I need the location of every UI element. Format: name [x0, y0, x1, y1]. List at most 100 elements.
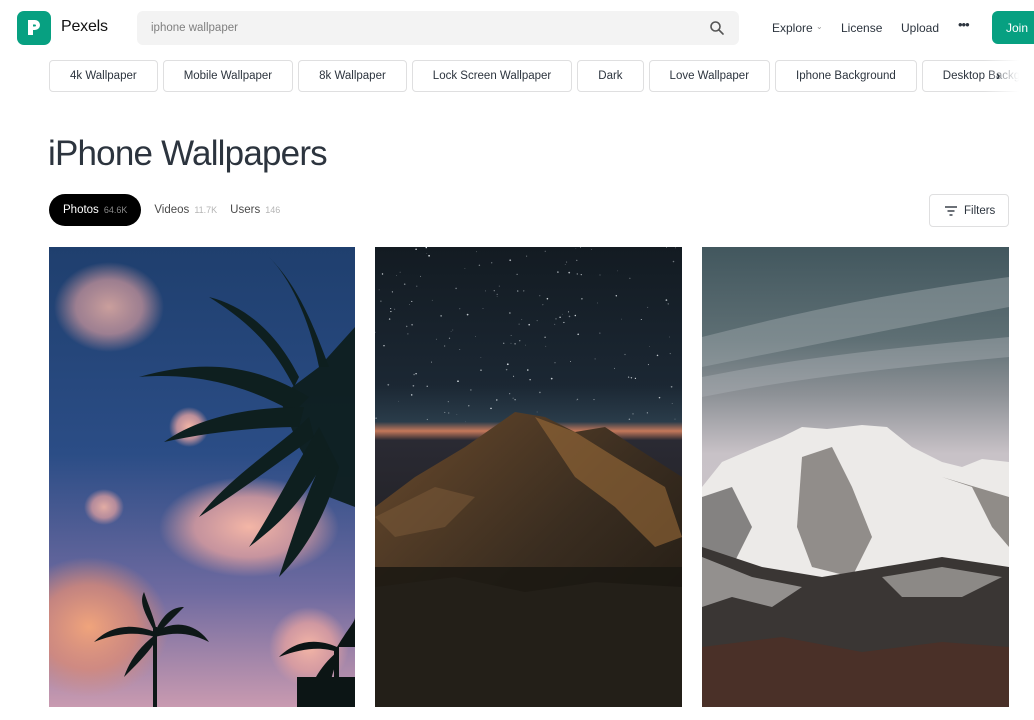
star — [509, 259, 512, 262]
star — [516, 273, 518, 275]
star — [599, 274, 601, 276]
tab-count: 64.6K — [103, 205, 128, 215]
tag-chip[interactable]: 8k Wallpaper — [298, 60, 407, 92]
star — [466, 313, 469, 316]
tab-photos[interactable]: Photos 64.6K — [49, 194, 142, 226]
star — [568, 311, 570, 313]
star — [528, 323, 531, 326]
star — [459, 308, 461, 310]
star — [496, 293, 498, 296]
star — [493, 290, 495, 292]
star — [480, 356, 482, 358]
star — [568, 271, 571, 274]
star — [509, 393, 511, 395]
tag-chip[interactable]: Mobile Wallpaper — [162, 60, 294, 92]
star — [518, 339, 521, 342]
join-button[interactable]: Join — [992, 11, 1034, 44]
star — [647, 306, 649, 308]
related-searches-row: 4k Wallpaper Mobile Wallpaper 8k Wallpaper… — [49, 60, 1034, 93]
star — [632, 413, 634, 415]
photo-card-snowy-mountain[interactable] — [702, 247, 1009, 707]
star — [545, 345, 547, 347]
star — [634, 377, 637, 380]
star — [457, 380, 459, 383]
star — [498, 285, 500, 287]
star — [505, 368, 508, 371]
star — [649, 346, 650, 347]
star — [536, 320, 538, 322]
chevron-down-icon[interactable]: ⌄ — [816, 22, 823, 31]
star — [577, 333, 580, 336]
star — [550, 377, 553, 380]
star — [627, 376, 630, 378]
star — [629, 277, 631, 279]
nav-upload[interactable]: Upload — [901, 21, 939, 35]
photo-card-night-mountain[interactable] — [375, 247, 682, 707]
star — [475, 335, 476, 337]
star — [448, 337, 451, 339]
nav-explore[interactable]: Explore — [772, 21, 813, 35]
star — [675, 247, 676, 249]
star — [415, 373, 417, 375]
chevron-right-icon[interactable]: › — [996, 68, 1000, 83]
tag-chip[interactable]: Love Wallpaper — [648, 60, 771, 92]
star — [525, 344, 526, 346]
pexels-logo-icon[interactable] — [17, 11, 51, 45]
star — [647, 364, 649, 366]
star — [428, 254, 430, 257]
star — [559, 316, 561, 319]
star — [491, 262, 493, 264]
photo-image — [375, 247, 682, 707]
star — [614, 367, 615, 369]
star — [539, 391, 541, 394]
brand-name[interactable]: Pexels — [61, 18, 108, 36]
tag-chip[interactable]: Lock Screen Wallpaper — [411, 60, 573, 92]
filters-button[interactable]: Filters — [929, 194, 1009, 227]
star — [579, 247, 581, 248]
star — [444, 411, 446, 413]
star — [581, 298, 583, 300]
star — [426, 253, 428, 254]
star — [388, 318, 391, 320]
star — [564, 264, 566, 265]
tab-count: 146 — [265, 205, 281, 215]
tag-chip[interactable]: 4k Wallpaper — [49, 60, 158, 92]
search-input[interactable] — [151, 11, 691, 45]
star — [413, 373, 415, 376]
star — [669, 353, 671, 355]
star — [539, 295, 541, 297]
star — [448, 412, 450, 414]
star — [391, 291, 393, 293]
star — [566, 261, 568, 263]
more-options-icon[interactable]: ••• — [958, 17, 970, 32]
page-title: iPhone Wallpapers — [48, 134, 328, 173]
tab-count: 11.7K — [194, 205, 218, 215]
star — [450, 331, 452, 332]
star — [594, 358, 596, 360]
nav-license[interactable]: License — [841, 21, 882, 35]
star — [544, 250, 546, 252]
star — [380, 300, 382, 302]
star — [670, 385, 673, 388]
star — [459, 349, 461, 350]
star — [482, 307, 484, 309]
star — [568, 315, 571, 318]
filters-label: Filters — [964, 204, 996, 217]
star — [554, 323, 556, 325]
star — [506, 363, 509, 366]
star — [529, 379, 531, 381]
star — [536, 411, 538, 413]
star — [383, 344, 385, 347]
star — [503, 342, 505, 344]
photo-card-palm-trees[interactable] — [49, 247, 355, 707]
star — [431, 299, 433, 301]
star — [554, 362, 556, 364]
star — [412, 384, 415, 387]
tag-chip[interactable]: Dark — [577, 60, 644, 92]
star — [665, 299, 668, 301]
tab-videos[interactable]: Videos 11.7K — [154, 194, 217, 226]
tag-chip[interactable]: Iphone Background — [775, 60, 917, 92]
star — [575, 248, 577, 249]
tab-users[interactable]: Users 146 — [230, 194, 280, 226]
search-icon[interactable] — [709, 20, 725, 36]
